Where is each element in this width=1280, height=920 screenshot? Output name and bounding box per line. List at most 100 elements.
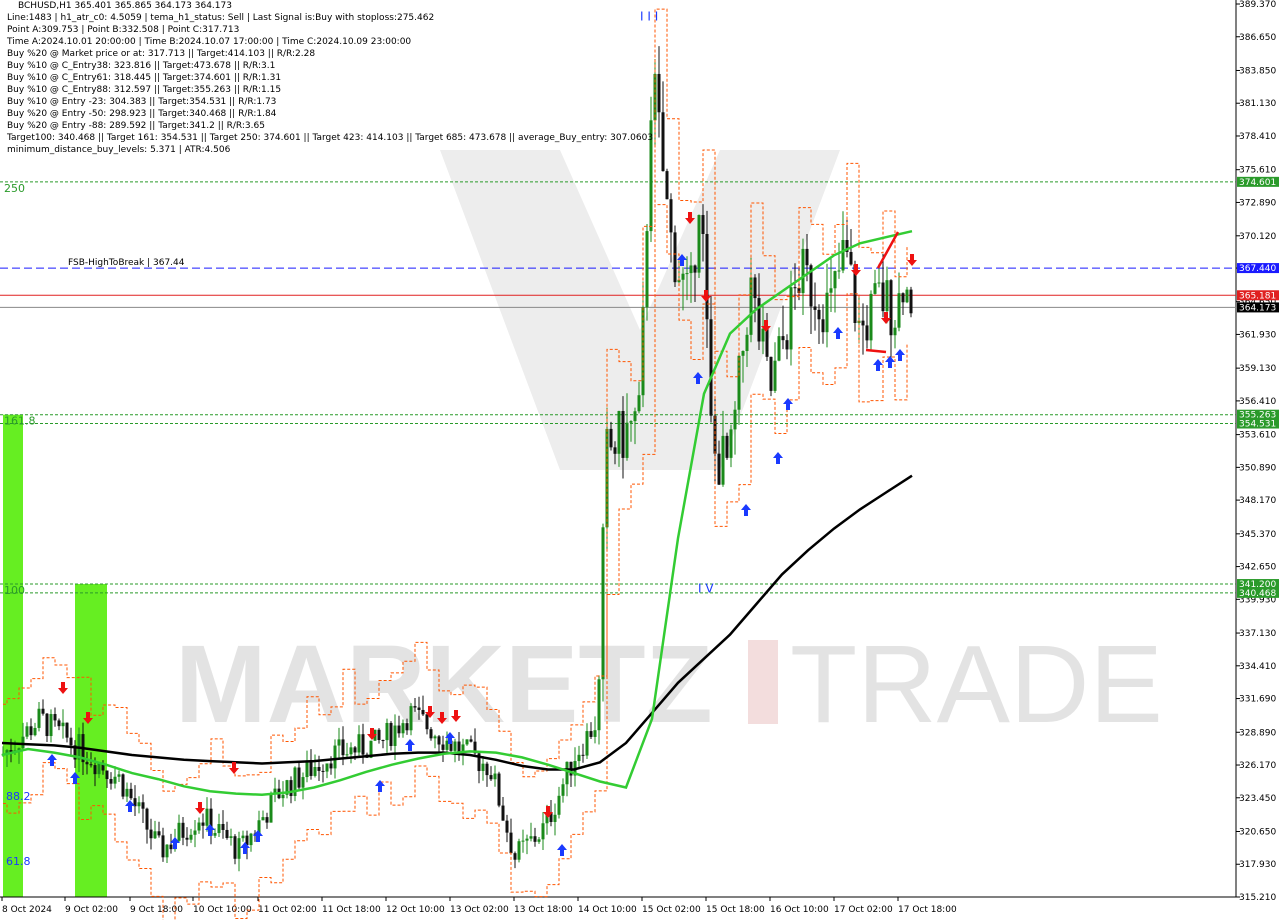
sell-arrow <box>229 762 239 774</box>
candle-body <box>833 271 837 289</box>
y-tick-label: 320.650 <box>1239 827 1276 837</box>
candle-body <box>661 112 665 172</box>
candle-body <box>297 767 301 788</box>
x-tick-label: 13 Oct 02:00 <box>450 905 509 915</box>
candle-body <box>317 767 321 771</box>
candle-body <box>509 832 513 854</box>
candle-body <box>137 802 141 807</box>
candle-body <box>345 754 349 756</box>
candle-body <box>721 435 725 485</box>
candle-body <box>425 714 429 730</box>
y-tick-label: 348.170 <box>1239 496 1276 506</box>
y-tick-label: 345.370 <box>1239 530 1276 540</box>
candle-body <box>629 421 633 423</box>
candle-body <box>149 829 153 839</box>
candle-body <box>793 287 797 289</box>
y-tick-label: 378.410 <box>1239 132 1276 142</box>
candle-body <box>105 770 109 780</box>
sell-arrow <box>851 264 861 276</box>
info-line: Line:1483 | h1_atr_c0: 4.5059 | tema_h1_… <box>7 13 435 23</box>
buy-arrow <box>833 327 843 339</box>
x-tick-label: 16 Oct 10:00 <box>770 905 829 915</box>
price-tag-text: 354.531 <box>1239 420 1276 430</box>
candle-body <box>169 844 173 850</box>
indicator-info-panel: BCHUSD,H1 365.401 365.865 364.173 364.17… <box>0 0 653 156</box>
info-line: Buy %10 @ C_Entry61: 318.445 || Target:3… <box>7 73 282 83</box>
candle-body <box>265 817 269 823</box>
candle-body <box>625 422 629 458</box>
candle-body <box>513 853 517 860</box>
price-tag-text: 340.468 <box>1239 589 1276 599</box>
candle-body <box>613 447 617 454</box>
candle-body <box>889 280 893 336</box>
candle-body <box>41 708 45 714</box>
candle-body <box>537 839 541 842</box>
y-tick-label: 370.120 <box>1239 232 1276 242</box>
candle-body <box>877 282 881 284</box>
candle-body <box>49 714 53 737</box>
info-line: Buy %10 @ C_Entry38: 323.816 || Target:4… <box>7 61 276 71</box>
candle-body <box>521 840 525 842</box>
candle-body <box>709 319 713 416</box>
candle-body <box>437 736 441 745</box>
candle-body <box>69 737 73 746</box>
candle-body <box>217 824 221 834</box>
candle-body <box>201 822 205 826</box>
info-line: Point A:309.753 | Point B:332.508 | Poin… <box>7 25 240 35</box>
candle-body <box>21 736 25 749</box>
x-tick-label: 8 Oct 2024 <box>2 905 52 915</box>
y-tick-label: 356.410 <box>1239 397 1276 407</box>
candle-body <box>417 707 421 710</box>
candle-body <box>45 713 49 737</box>
candle-body <box>601 527 605 680</box>
candle-body <box>53 714 57 721</box>
candle-body <box>325 763 329 772</box>
candle-body <box>581 754 585 756</box>
buy-arrow <box>895 349 905 361</box>
candle-body <box>469 739 473 742</box>
candle-body <box>33 727 37 736</box>
candle-body <box>849 251 853 265</box>
y-tick-label: 386.650 <box>1239 33 1276 43</box>
candle-body <box>181 822 185 838</box>
candle-body <box>61 722 65 727</box>
candle-body <box>585 731 589 756</box>
candle-body <box>157 831 161 836</box>
watermark: MARKETZ TRADE <box>175 150 1163 746</box>
candle-body <box>873 283 877 294</box>
candle-body <box>561 784 565 796</box>
candle-body <box>249 833 253 846</box>
candle-body <box>529 836 533 839</box>
candle-body <box>481 763 485 772</box>
candle-body <box>109 779 113 784</box>
level-fib-label: 100 <box>4 584 25 597</box>
candle-body <box>397 725 401 734</box>
candle-body <box>837 270 841 272</box>
candle-body <box>289 780 293 797</box>
buy-arrow <box>885 356 895 368</box>
trend-segment <box>865 348 887 354</box>
y-tick-label: 323.450 <box>1239 794 1276 804</box>
candle-body <box>65 722 69 738</box>
candle-body <box>441 744 445 750</box>
candle-body <box>221 824 225 830</box>
candle-body <box>757 298 761 342</box>
info-line: Buy %10 @ C_Entry88: 312.597 || Target:3… <box>7 85 282 95</box>
candle-body <box>121 774 125 797</box>
price-tag-text: 374.601 <box>1239 178 1276 188</box>
candle-body <box>805 248 809 266</box>
candle-body <box>385 722 389 741</box>
candle-body <box>185 837 189 840</box>
candle-body <box>597 679 601 731</box>
candle-body <box>301 777 305 788</box>
candle-body <box>393 725 397 746</box>
candle-body <box>505 820 509 833</box>
candle-body <box>305 760 309 778</box>
watermark-text: MARKETZ <box>175 623 713 746</box>
x-tick-label: 17 Oct 02:00 <box>834 905 893 915</box>
candle-body <box>829 288 833 293</box>
fib-side-label: 61.8 <box>6 855 31 868</box>
candle-body <box>489 775 493 780</box>
price-tag-text: 364.173 <box>1239 303 1276 313</box>
zone-bar <box>3 414 23 897</box>
